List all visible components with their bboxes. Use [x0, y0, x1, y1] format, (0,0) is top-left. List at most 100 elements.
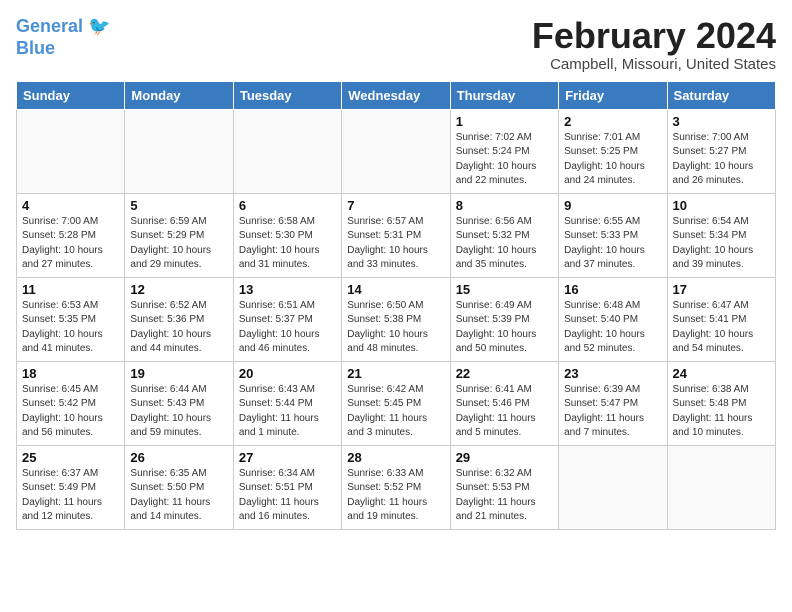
- calendar-day-17: 17 Sunrise: 6:47 AM Sunset: 5:41 PM Dayli…: [667, 277, 775, 361]
- calendar-week-row: 4 Sunrise: 7:00 AM Sunset: 5:28 PM Daylig…: [17, 193, 776, 277]
- calendar-day-empty: [233, 109, 341, 193]
- calendar-day-4: 4 Sunrise: 7:00 AM Sunset: 5:28 PM Daylig…: [17, 193, 125, 277]
- weekday-header-row: SundayMondayTuesdayWednesdayThursdayFrid…: [17, 81, 776, 109]
- day-number: 21: [347, 366, 444, 381]
- day-number: 18: [22, 366, 119, 381]
- calendar-day-28: 28 Sunrise: 6:33 AM Sunset: 5:52 PM Dayli…: [342, 445, 450, 529]
- day-info: Sunrise: 7:02 AM Sunset: 5:24 PM Dayligh…: [456, 131, 553, 189]
- calendar-day-21: 21 Sunrise: 6:42 AM Sunset: 5:45 PM Dayli…: [342, 361, 450, 445]
- day-number: 25: [22, 450, 119, 465]
- calendar-day-1: 1 Sunrise: 7:02 AM Sunset: 5:24 PM Daylig…: [450, 109, 558, 193]
- day-info: Sunrise: 6:51 AM Sunset: 5:37 PM Dayligh…: [239, 299, 336, 357]
- weekday-header-wednesday: Wednesday: [342, 81, 450, 109]
- day-number: 1: [456, 114, 553, 129]
- calendar-day-23: 23 Sunrise: 6:39 AM Sunset: 5:47 PM Dayli…: [559, 361, 667, 445]
- calendar-day-3: 3Sunrise: 7:00 AM Sunset: 5:27 PM Daylig…: [667, 109, 775, 193]
- calendar-day-7: 7Sunrise: 6:57 AM Sunset: 5:31 PM Daylig…: [342, 193, 450, 277]
- weekday-header-monday: Monday: [125, 81, 233, 109]
- calendar-day-27: 27 Sunrise: 6:34 AM Sunset: 5:51 PM Dayli…: [233, 445, 341, 529]
- day-number: 27: [239, 450, 336, 465]
- day-info: Sunrise: 6:55 AM Sunset: 5:33 PM Dayligh…: [564, 215, 661, 273]
- day-number: 13: [239, 282, 336, 297]
- calendar-day-5: 5 Sunrise: 6:59 AM Sunset: 5:29 PM Daylig…: [125, 193, 233, 277]
- day-number: 29: [456, 450, 553, 465]
- day-number: 15: [456, 282, 553, 297]
- day-info: Sunrise: 6:42 AM Sunset: 5:45 PM Dayligh…: [347, 383, 444, 441]
- day-info: Sunrise: 6:59 AM Sunset: 5:29 PM Dayligh…: [130, 215, 227, 273]
- day-info: Sunrise: 6:54 AM Sunset: 5:34 PM Dayligh…: [673, 215, 770, 273]
- logo: General 🐦Blue: [16, 16, 110, 59]
- calendar-day-13: 13 Sunrise: 6:51 AM Sunset: 5:37 PM Dayli…: [233, 277, 341, 361]
- calendar-week-row: 18Sunrise: 6:45 AM Sunset: 5:42 PM Dayli…: [17, 361, 776, 445]
- day-number: 22: [456, 366, 553, 381]
- calendar-day-16: 16 Sunrise: 6:48 AM Sunset: 5:40 PM Dayli…: [559, 277, 667, 361]
- day-number: 17: [673, 282, 770, 297]
- day-info: Sunrise: 6:35 AM Sunset: 5:50 PM Dayligh…: [130, 467, 227, 525]
- calendar-week-row: 1 Sunrise: 7:02 AM Sunset: 5:24 PM Daylig…: [17, 109, 776, 193]
- day-number: 6: [239, 198, 336, 213]
- location-subtitle: Campbell, Missouri, United States: [16, 56, 776, 73]
- calendar-day-empty: [667, 445, 775, 529]
- day-info: Sunrise: 6:56 AM Sunset: 5:32 PM Dayligh…: [456, 215, 553, 273]
- day-info: Sunrise: 6:44 AM Sunset: 5:43 PM Dayligh…: [130, 383, 227, 441]
- day-info: Sunrise: 6:52 AM Sunset: 5:36 PM Dayligh…: [130, 299, 227, 357]
- calendar-day-19: 19 Sunrise: 6:44 AM Sunset: 5:43 PM Dayli…: [125, 361, 233, 445]
- day-info: Sunrise: 6:32 AM Sunset: 5:53 PM Dayligh…: [456, 467, 553, 525]
- day-number: 9: [564, 198, 661, 213]
- day-info: Sunrise: 6:39 AM Sunset: 5:47 PM Dayligh…: [564, 383, 661, 441]
- day-info: Sunrise: 6:43 AM Sunset: 5:44 PM Dayligh…: [239, 383, 336, 441]
- calendar-day-empty: [342, 109, 450, 193]
- day-info: Sunrise: 6:37 AM Sunset: 5:49 PM Dayligh…: [22, 467, 119, 525]
- day-number: 4: [22, 198, 119, 213]
- day-number: 16: [564, 282, 661, 297]
- weekday-header-sunday: Sunday: [17, 81, 125, 109]
- calendar-day-11: 11Sunrise: 6:53 AM Sunset: 5:35 PM Dayli…: [17, 277, 125, 361]
- calendar-day-22: 22 Sunrise: 6:41 AM Sunset: 5:46 PM Dayli…: [450, 361, 558, 445]
- day-info: Sunrise: 7:00 AM Sunset: 5:28 PM Dayligh…: [22, 215, 119, 273]
- month-year-title: February 2024: [16, 16, 776, 56]
- calendar-table: SundayMondayTuesdayWednesdayThursdayFrid…: [16, 81, 776, 530]
- day-number: 11: [22, 282, 119, 297]
- calendar-day-2: 2 Sunrise: 7:01 AM Sunset: 5:25 PM Daylig…: [559, 109, 667, 193]
- day-info: Sunrise: 6:33 AM Sunset: 5:52 PM Dayligh…: [347, 467, 444, 525]
- day-number: 23: [564, 366, 661, 381]
- day-info: Sunrise: 6:47 AM Sunset: 5:41 PM Dayligh…: [673, 299, 770, 357]
- day-info: Sunrise: 6:41 AM Sunset: 5:46 PM Dayligh…: [456, 383, 553, 441]
- calendar-day-9: 9 Sunrise: 6:55 AM Sunset: 5:33 PM Daylig…: [559, 193, 667, 277]
- weekday-header-saturday: Saturday: [667, 81, 775, 109]
- day-info: Sunrise: 7:01 AM Sunset: 5:25 PM Dayligh…: [564, 131, 661, 189]
- calendar-day-26: 26 Sunrise: 6:35 AM Sunset: 5:50 PM Dayli…: [125, 445, 233, 529]
- day-number: 5: [130, 198, 227, 213]
- calendar-day-24: 24 Sunrise: 6:38 AM Sunset: 5:48 PM Dayli…: [667, 361, 775, 445]
- day-number: 26: [130, 450, 227, 465]
- calendar-day-18: 18Sunrise: 6:45 AM Sunset: 5:42 PM Dayli…: [17, 361, 125, 445]
- day-number: 2: [564, 114, 661, 129]
- day-number: 12: [130, 282, 227, 297]
- day-info: Sunrise: 6:58 AM Sunset: 5:30 PM Dayligh…: [239, 215, 336, 273]
- day-number: 14: [347, 282, 444, 297]
- day-number: 7: [347, 198, 444, 213]
- header: February 2024 Campbell, Missouri, United…: [16, 16, 776, 73]
- day-info: Sunrise: 6:49 AM Sunset: 5:39 PM Dayligh…: [456, 299, 553, 357]
- day-number: 19: [130, 366, 227, 381]
- calendar-day-empty: [559, 445, 667, 529]
- day-info: Sunrise: 6:38 AM Sunset: 5:48 PM Dayligh…: [673, 383, 770, 441]
- calendar-day-29: 29 Sunrise: 6:32 AM Sunset: 5:53 PM Dayli…: [450, 445, 558, 529]
- logo-bird-icon: 🐦: [83, 16, 110, 36]
- day-number: 20: [239, 366, 336, 381]
- calendar-day-empty: [17, 109, 125, 193]
- day-info: Sunrise: 6:48 AM Sunset: 5:40 PM Dayligh…: [564, 299, 661, 357]
- day-info: Sunrise: 6:34 AM Sunset: 5:51 PM Dayligh…: [239, 467, 336, 525]
- day-number: 10: [673, 198, 770, 213]
- calendar-day-8: 8 Sunrise: 6:56 AM Sunset: 5:32 PM Daylig…: [450, 193, 558, 277]
- day-number: 8: [456, 198, 553, 213]
- calendar-day-12: 12 Sunrise: 6:52 AM Sunset: 5:36 PM Dayli…: [125, 277, 233, 361]
- calendar-day-20: 20 Sunrise: 6:43 AM Sunset: 5:44 PM Dayli…: [233, 361, 341, 445]
- logo-text: General 🐦Blue: [16, 16, 110, 58]
- day-number: 24: [673, 366, 770, 381]
- calendar-week-row: 11Sunrise: 6:53 AM Sunset: 5:35 PM Dayli…: [17, 277, 776, 361]
- calendar-day-empty: [125, 109, 233, 193]
- calendar-week-row: 25 Sunrise: 6:37 AM Sunset: 5:49 PM Dayli…: [17, 445, 776, 529]
- calendar-day-6: 6 Sunrise: 6:58 AM Sunset: 5:30 PM Daylig…: [233, 193, 341, 277]
- day-number: 28: [347, 450, 444, 465]
